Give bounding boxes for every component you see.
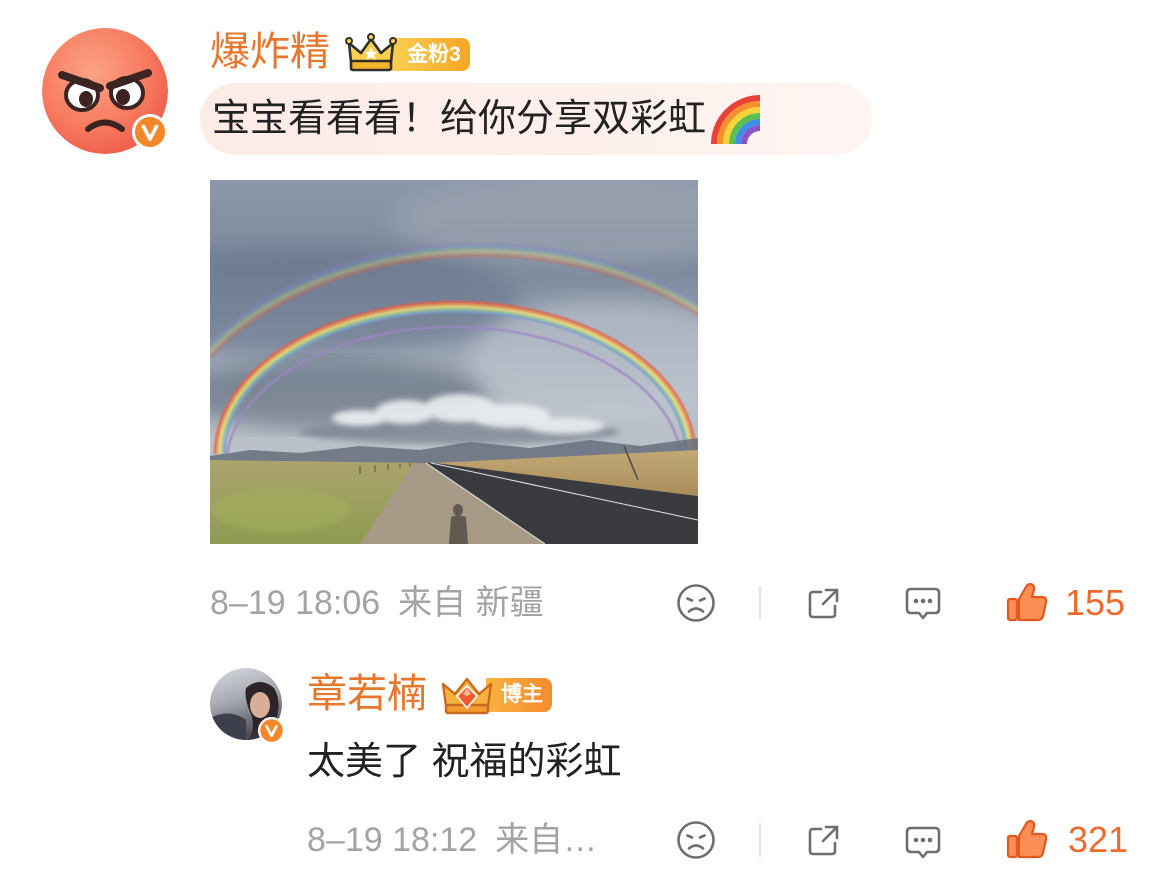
share-icon bbox=[808, 825, 839, 856]
comment-source: 来自 新疆 bbox=[398, 584, 544, 622]
comment-timestamp: 8–19 18:06 bbox=[210, 584, 381, 622]
dislike-button[interactable] bbox=[676, 583, 716, 623]
crown-diamond-icon bbox=[441, 677, 493, 715]
verified-badge-icon bbox=[132, 114, 168, 150]
comment-icon bbox=[905, 826, 941, 859]
comment-meta: 8–19 18:06 来自 新疆 bbox=[210, 581, 544, 625]
replier-username[interactable]: 章若楠 bbox=[307, 670, 427, 718]
thumbs-up-icon bbox=[1006, 819, 1048, 859]
share-button[interactable] bbox=[803, 583, 843, 623]
comment-icon bbox=[905, 587, 941, 620]
thumbs-up-icon bbox=[1006, 582, 1048, 622]
crown-icon bbox=[345, 33, 397, 72]
reply-dislike-button[interactable] bbox=[676, 820, 716, 860]
double-rainbow-photo bbox=[210, 180, 698, 544]
like-count: 155 bbox=[1065, 582, 1126, 623]
reply-like-button[interactable]: 321 bbox=[1003, 815, 1129, 863]
commenter-username[interactable]: 爆炸精 bbox=[210, 28, 330, 76]
comment-image[interactable] bbox=[210, 180, 698, 544]
role-badge-label: 博主 bbox=[486, 678, 552, 712]
comment-bubble[interactable]: 宝宝看看看！给你分享双彩虹 bbox=[200, 83, 872, 155]
fan-level-badge[interactable]: 金粉3 bbox=[345, 32, 471, 74]
reply-share-button[interactable] bbox=[803, 820, 843, 860]
action-divider bbox=[759, 823, 761, 857]
sad-face-icon bbox=[677, 584, 715, 622]
reply-meta: 8–19 18:12 来自… bbox=[307, 818, 597, 862]
share-icon bbox=[808, 588, 839, 619]
reply-button[interactable] bbox=[903, 583, 943, 623]
like-button[interactable]: 155 bbox=[1003, 578, 1129, 626]
action-divider bbox=[759, 586, 761, 620]
sad-face-icon bbox=[677, 821, 715, 859]
like-count: 321 bbox=[1068, 819, 1129, 860]
fan-badge-label: 金粉3 bbox=[392, 38, 470, 71]
rainbow-emoji-icon bbox=[711, 95, 761, 144]
blogger-badge[interactable]: 博主 bbox=[440, 674, 553, 716]
verified-badge-icon bbox=[258, 717, 285, 744]
reply-source: 来自… bbox=[495, 821, 598, 859]
comment-text: 宝宝看看看！给你分享双彩虹 bbox=[212, 98, 707, 140]
reply-comment-button[interactable] bbox=[903, 822, 943, 862]
reply-text: 太美了 祝福的彩虹 bbox=[307, 741, 622, 783]
reply-timestamp: 8–19 18:12 bbox=[307, 821, 478, 859]
